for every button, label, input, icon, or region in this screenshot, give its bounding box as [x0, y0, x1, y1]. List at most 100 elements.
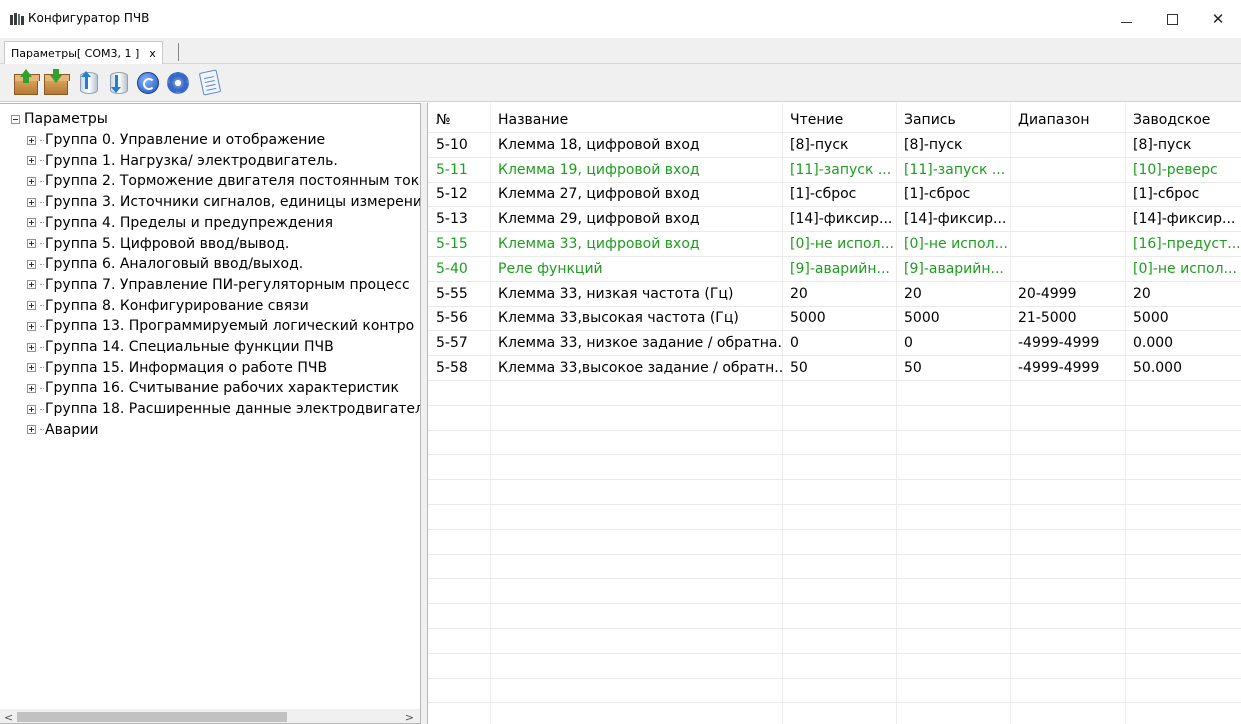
cell-range[interactable]: -4999-4999	[1010, 331, 1125, 356]
cell-factory[interactable]: [1]-сброс	[1125, 182, 1241, 207]
maximize-button[interactable]	[1149, 0, 1195, 38]
cell-write[interactable]: 0	[896, 331, 1010, 356]
cell-range[interactable]: -4999-4999	[1010, 356, 1125, 381]
cell-read[interactable]: [0]-не испол...	[782, 232, 896, 257]
cell-no[interactable]: 5-10	[428, 133, 490, 158]
cell-factory[interactable]: 20	[1125, 282, 1241, 307]
cell-read[interactable]: [11]-запуск ...	[782, 158, 896, 183]
expand-icon[interactable]	[27, 321, 36, 331]
expand-icon[interactable]	[27, 342, 36, 352]
tree-item-group[interactable]: Группа 8. Конфигурирование связи	[27, 296, 309, 316]
table-row[interactable]: 5-13 Клемма 29, цифровой вход [14]-фиксир.…	[428, 207, 1241, 233]
tree-item-group[interactable]: Группа 18. Расширенные данные электродви…	[27, 399, 420, 419]
cell-read[interactable]: 20	[782, 282, 896, 307]
table-row[interactable]: 5-15 Клемма 33, цифровой вход [0]-не испол…	[428, 232, 1241, 257]
cell-no[interactable]: 5-11	[428, 158, 490, 183]
expand-icon[interactable]	[27, 404, 36, 414]
cell-name[interactable]: Клемма 29, цифровой вход	[490, 207, 782, 232]
cell-write[interactable]: [1]-сброс	[896, 182, 1010, 207]
tree-item-group[interactable]: Группа 3. Источники сигналов, единицы из…	[27, 192, 420, 212]
scroll-left-button[interactable]: <	[4, 711, 13, 723]
cell-read[interactable]: [8]-пуск	[782, 133, 896, 158]
expand-icon[interactable]	[27, 280, 36, 290]
cell-name[interactable]: Клемма 33, низкое задание / обратна...	[490, 331, 782, 356]
cell-range[interactable]	[1010, 232, 1125, 257]
expand-icon[interactable]	[27, 239, 36, 248]
cell-factory[interactable]: 50.000	[1125, 356, 1241, 381]
scroll-right-button[interactable]: >	[405, 711, 414, 723]
cell-no[interactable]: 5-57	[428, 331, 490, 356]
cell-range[interactable]	[1010, 182, 1125, 207]
expand-icon[interactable]	[27, 156, 36, 166]
cell-write[interactable]: 5000	[896, 306, 1010, 331]
expand-icon[interactable]	[27, 218, 36, 228]
tree-item-group[interactable]: Группа 4. Пределы и предупреждения	[27, 213, 333, 233]
cell-range[interactable]: 20-4999	[1010, 282, 1125, 307]
db-download-button[interactable]	[104, 69, 132, 97]
cell-range[interactable]	[1010, 158, 1125, 183]
tree-item-group[interactable]: Группа 13. Программируемый логический ко…	[27, 316, 414, 336]
cell-name[interactable]: Клемма 33, цифровой вход	[490, 232, 782, 257]
cell-no[interactable]: 5-55	[428, 282, 490, 307]
tree-item-group[interactable]: Группа 15. Информация о работе ПЧВ	[27, 358, 327, 378]
cell-write[interactable]: [11]-запуск ...	[896, 158, 1010, 183]
cell-write[interactable]: 50	[896, 356, 1010, 381]
table-row[interactable]: 5-57 Клемма 33, низкое задание / обратна.…	[428, 331, 1241, 357]
download-button[interactable]	[42, 69, 70, 97]
cell-read[interactable]: [1]-сброс	[782, 182, 896, 207]
expand-icon[interactable]	[27, 383, 36, 393]
cell-no[interactable]: 5-12	[428, 182, 490, 207]
cell-read[interactable]: [9]-аварийн...	[782, 257, 896, 282]
cell-factory[interactable]: [16]-предуст...	[1125, 232, 1241, 257]
cell-factory[interactable]: [8]-пуск	[1125, 133, 1241, 158]
table-row[interactable]: 5-11 Клемма 19, цифровой вход [11]-запуск …	[428, 158, 1241, 183]
cell-range[interactable]	[1010, 207, 1125, 232]
cell-read[interactable]: [14]-фиксир...	[782, 207, 896, 232]
table-row[interactable]: 5-10 Клемма 18, цифровой вход [8]-пуск [8]-…	[428, 133, 1241, 158]
cell-factory[interactable]: [10]-реверс	[1125, 158, 1241, 183]
tab-parameters[interactable]: Параметры[ COM3, 1 ] x	[4, 41, 163, 64]
column-header[interactable]: №	[428, 108, 490, 133]
tree-item-group[interactable]: Группа 7. Управление ПИ-регуляторным про…	[27, 275, 410, 295]
close-button[interactable]: ✕	[1195, 0, 1241, 38]
cell-factory[interactable]: [14]-фиксир...	[1125, 207, 1241, 232]
horizontal-scrollbar[interactable]: < >	[0, 709, 420, 723]
cell-write[interactable]: 20	[896, 282, 1010, 307]
tree-item-group[interactable]: Группа 1. Нагрузка/ электродвигатель.	[27, 151, 338, 171]
cell-write[interactable]: [9]-аварийн...	[896, 257, 1010, 282]
cell-write[interactable]: [8]-пуск	[896, 133, 1010, 158]
cell-no[interactable]: 5-40	[428, 257, 490, 282]
scrollbar-thumb[interactable]	[17, 712, 287, 722]
parameters-tree-panel[interactable]: Параметры Группа 0. Управление и отображ…	[0, 103, 421, 724]
refresh-button[interactable]	[134, 69, 162, 97]
minimize-button[interactable]	[1103, 0, 1149, 38]
column-header[interactable]: Название	[490, 108, 782, 133]
collapse-icon[interactable]	[11, 114, 20, 124]
db-upload-button[interactable]	[74, 69, 102, 97]
expand-icon[interactable]	[27, 363, 36, 373]
upload-button[interactable]	[12, 69, 40, 97]
cell-name[interactable]: Клемма 27, цифровой вход	[490, 182, 782, 207]
table-row[interactable]: 5-55 Клемма 33, низкая частота (Гц) 20 20 20…	[428, 282, 1241, 307]
tree-root[interactable]: Параметры	[11, 110, 108, 128]
column-header[interactable]: Диапазон	[1010, 108, 1125, 133]
cell-factory[interactable]: 5000	[1125, 306, 1241, 331]
expand-icon[interactable]	[27, 425, 36, 435]
cell-factory[interactable]: 0.000	[1125, 331, 1241, 356]
table-row[interactable]: 5-40 Реле функций [9]-аварийн... [9]-аварий…	[428, 257, 1241, 282]
expand-icon[interactable]	[27, 259, 36, 269]
cell-range[interactable]	[1010, 257, 1125, 282]
cell-read[interactable]: 5000	[782, 306, 896, 331]
cell-factory[interactable]: [0]-не испол...	[1125, 257, 1241, 282]
cell-name[interactable]: Клемма 33, низкая частота (Гц)	[490, 282, 782, 307]
cell-no[interactable]: 5-56	[428, 306, 490, 331]
tree-item-group[interactable]: Группа 14. Специальные функции ПЧВ	[27, 337, 334, 357]
parameters-grid[interactable]: № Название Чтение Запись Диапазон Заводское 5-…	[427, 103, 1241, 724]
cell-read[interactable]: 0	[782, 331, 896, 356]
table-row[interactable]: 5-58 Клемма 33,высокое задание / обратн..…	[428, 356, 1241, 381]
parameters-tree[interactable]: Параметры Группа 0. Управление и отображ…	[0, 104, 420, 704]
cell-name[interactable]: Клемма 33,высокое задание / обратн...	[490, 356, 782, 381]
tree-item-group[interactable]: Группа 6. Аналоговый ввод/выход.	[27, 254, 303, 274]
tree-item-group[interactable]: Аварии	[27, 420, 99, 440]
expand-icon[interactable]	[27, 176, 36, 186]
